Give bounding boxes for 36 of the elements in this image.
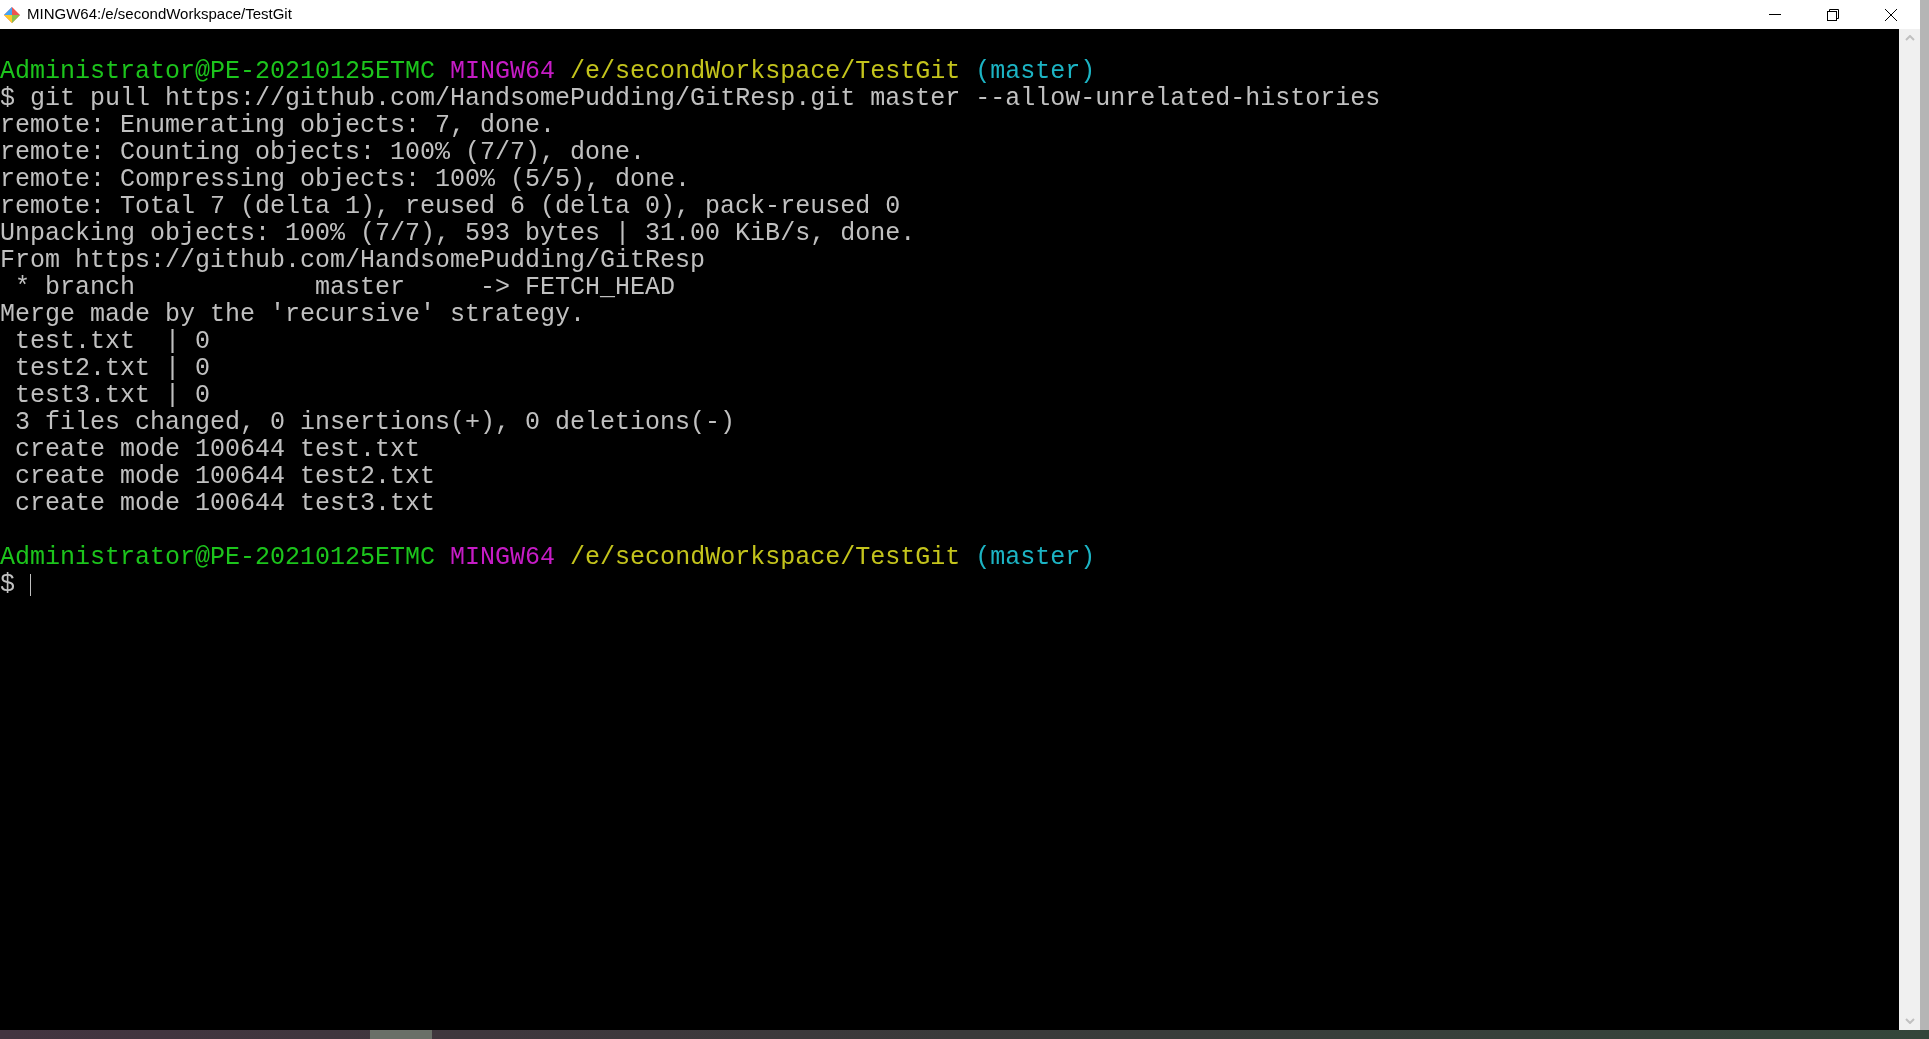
- close-icon: [1885, 8, 1897, 21]
- scroll-up-icon[interactable]: [1904, 35, 1915, 41]
- prompt-user-host: Administrator@PE-20210125ETMC: [0, 58, 436, 85]
- prompt-symbol: $: [0, 85, 15, 112]
- output-line: test3.txt | 0: [14, 381, 211, 410]
- output-line: test.txt | 0: [14, 327, 211, 356]
- output-line: remote: Counting objects: 100% (7/7), done.: [0, 138, 646, 167]
- window-title: MINGW64:/e/secondWorkspace/TestGit: [27, 4, 292, 25]
- prompt-branch: (master): [975, 544, 1096, 571]
- output-line: create mode 100644 test3.txt: [14, 489, 436, 518]
- command-text: git pull https://github.com/HandsomePudding/GitResp.git master --allow-unrelated-histories: [30, 85, 1381, 112]
- output-line: create mode 100644 test2.txt: [14, 462, 436, 491]
- taskbar-item[interactable]: [370, 1030, 432, 1039]
- output-line: create mode 100644 test.txt: [14, 435, 421, 464]
- prompt-shell-name: MINGW64: [450, 58, 556, 85]
- output-line: remote: Compressing objects: 100% (5/5), done.: [0, 165, 691, 194]
- scroll-down-icon[interactable]: [1904, 1018, 1915, 1024]
- output-line: Unpacking objects: 100% (7/7), 593 bytes | 31.00 KiB/s, done.: [0, 219, 916, 248]
- terminal[interactable]: [0, 29, 1899, 1030]
- prompt-branch: (master): [975, 58, 1096, 85]
- minimize-icon: [1769, 13, 1781, 16]
- prompt-user-host: Administrator@PE-20210125ETMC: [0, 544, 436, 571]
- restore-icon: [1827, 8, 1839, 21]
- prompt-shell-name: MINGW64: [450, 544, 556, 571]
- output-line: Merge made by the 'recursive' strategy.: [0, 300, 586, 329]
- text-cursor: [30, 573, 31, 596]
- output-line: test2.txt | 0: [14, 354, 211, 383]
- output-line: From https://github.com/HandsomePudding/GitResp: [0, 246, 706, 275]
- prompt-path: /e/secondWorkspace/TestGit: [570, 58, 961, 85]
- output-line: * branch master -> FETCH_HEAD: [14, 273, 676, 302]
- output-line: 3 files changed, 0 insertions(+), 0 deletions(-): [14, 408, 736, 437]
- output-line: remote: Total 7 (delta 1), reused 6 (delta 0), pack-reused 0: [0, 192, 901, 221]
- prompt-path: /e/secondWorkspace/TestGit: [570, 544, 961, 571]
- output-line: remote: Enumerating objects: 7, done.: [0, 111, 556, 140]
- git-logo-icon: [3, 5, 21, 24]
- prompt-symbol: $: [0, 571, 15, 598]
